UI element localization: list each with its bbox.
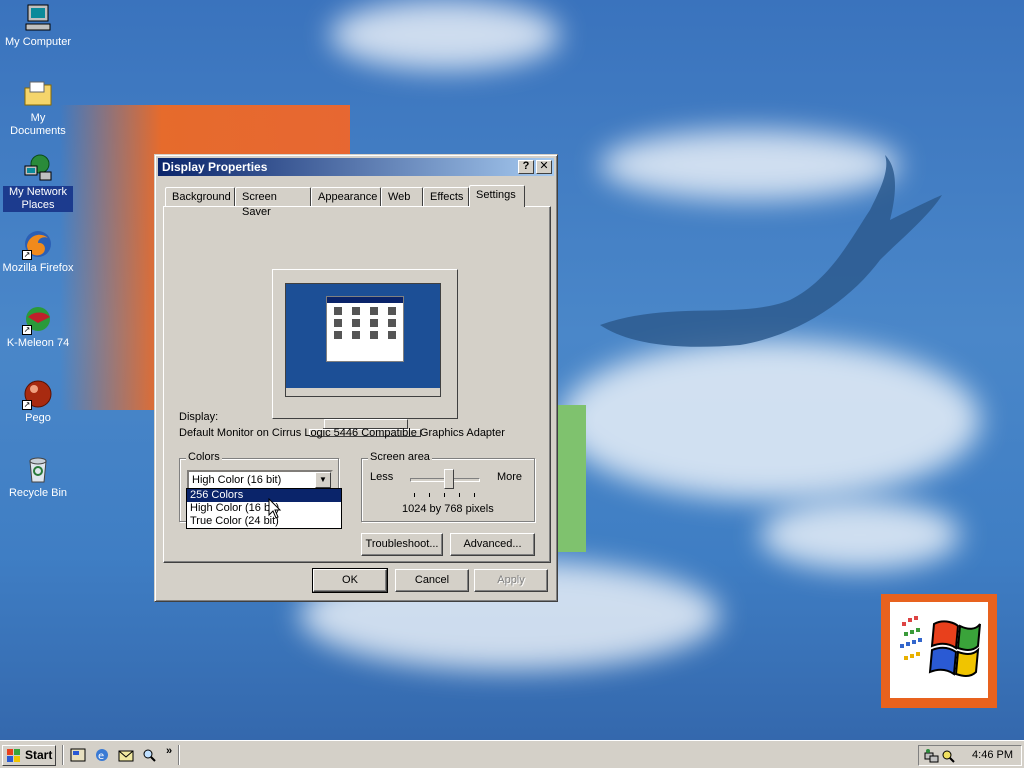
slider-tick	[474, 493, 475, 497]
outlook-express-icon[interactable]	[118, 747, 134, 763]
taskbar-separator	[178, 745, 180, 765]
display-label: Display:	[179, 411, 219, 423]
colors-dropdown-list[interactable]: 256 Colors High Color (16 bit) True Colo…	[186, 488, 342, 529]
tab-settings[interactable]: Settings	[469, 185, 525, 207]
desktop-icon-my-computer[interactable]: My Computer	[0, 2, 76, 49]
close-icon: ✕	[539, 160, 549, 172]
troubleshoot-button[interactable]: Troubleshoot...	[361, 533, 443, 556]
desktop-icon-pego[interactable]: ↗ Pego	[0, 378, 76, 425]
cloud	[560, 340, 980, 500]
colors-option[interactable]: True Color (24 bit)	[187, 515, 341, 528]
desktop-icon-my-documents[interactable]: My Documents	[0, 78, 76, 138]
mouse-cursor-icon	[268, 498, 282, 519]
advanced-button[interactable]: Advanced...	[450, 533, 535, 556]
my-computer-icon	[22, 2, 54, 34]
windows-logo-panel	[881, 594, 997, 708]
tab-effects[interactable]: Effects	[423, 187, 469, 207]
slider-tick	[444, 493, 445, 497]
desktop-icon-k-meleon[interactable]: ↗ K-Meleon 74	[0, 303, 76, 350]
tab-web[interactable]: Web	[381, 187, 423, 207]
ok-button[interactable]: OK	[312, 568, 388, 593]
apply-button[interactable]: Apply	[474, 569, 548, 592]
desktop-icon-label: Recycle Bin	[8, 487, 68, 499]
more-label: More	[496, 471, 522, 483]
shortcut-arrow-icon: ↗	[22, 250, 32, 260]
screen-area-legend: Screen area	[368, 451, 432, 463]
colors-selected-value: High Color (16 bit)	[192, 474, 282, 486]
tray-search-icon[interactable]	[940, 748, 956, 764]
help-button[interactable]: ?	[518, 160, 534, 174]
screen-area-value: 1024 by 768 pixels	[402, 503, 494, 515]
cloud	[330, 0, 560, 70]
cancel-button[interactable]: Cancel	[395, 569, 469, 592]
colors-select[interactable]: High Color (16 bit) ▼	[187, 470, 333, 490]
desktop-icon-label: My Network Places	[3, 186, 73, 212]
network-icon	[22, 152, 54, 184]
screen-area-slider-thumb[interactable]	[443, 469, 454, 489]
desktop-icon-label: Pego	[25, 412, 51, 424]
kmeleon-icon: ↗	[22, 303, 54, 335]
colors-legend: Colors	[186, 451, 222, 463]
help-icon: ?	[522, 160, 530, 172]
monitor-preview	[272, 269, 458, 419]
clock[interactable]: 4:46 PM	[972, 749, 1013, 761]
diver-silhouette	[600, 155, 942, 347]
display-properties-window: Display Properties ? ✕ Background Screen…	[154, 154, 558, 602]
show-desktop-icon[interactable]	[70, 747, 86, 763]
desktop-icon-label: My Computer	[4, 36, 72, 48]
screen-area-group: Screen area Less More 1024 by 768 pixels	[361, 451, 535, 522]
window-title: Display Properties	[162, 160, 268, 174]
pego-icon: ↗	[22, 378, 54, 410]
title-bar[interactable]: Display Properties ? ✕	[158, 158, 554, 176]
system-tray: 4:46 PM	[918, 745, 1022, 766]
close-button[interactable]: ✕	[536, 160, 552, 174]
green-strip	[556, 405, 586, 552]
slider-tick	[429, 493, 430, 497]
recycle-bin-icon	[22, 453, 54, 485]
svg-text:e: e	[98, 751, 104, 762]
network-tray-icon[interactable]	[923, 748, 939, 764]
tab-background[interactable]: Background	[165, 187, 235, 207]
mini-taskbar	[286, 388, 440, 396]
folder-icon	[22, 78, 54, 110]
shortcut-arrow-icon: ↗	[22, 400, 32, 410]
desktop-icon-label: My Documents	[10, 112, 66, 137]
start-button[interactable]: Start	[2, 745, 56, 766]
slider-tick	[459, 493, 460, 497]
windows-flag-icon	[900, 616, 981, 677]
cloud	[760, 500, 960, 570]
slider-tick	[414, 493, 415, 497]
desktop-icon-my-network-places[interactable]: My Network Places	[0, 152, 76, 212]
shortcut-arrow-icon: ↗	[22, 325, 32, 335]
desktop-icon-label: K-Meleon 74	[6, 337, 70, 349]
firefox-icon: ↗	[22, 228, 54, 260]
colors-option[interactable]: High Color (16 bit)	[187, 502, 341, 515]
internet-explorer-icon[interactable]: e	[94, 747, 110, 763]
taskbar-separator	[62, 745, 64, 765]
windows-flag-icon	[7, 749, 20, 762]
taskbar: Start e » 4:46 PM	[0, 740, 1024, 768]
desktop-icon-label: Mozilla Firefox	[2, 262, 74, 274]
desktop-icon-mozilla-firefox[interactable]: ↗ Mozilla Firefox	[0, 228, 76, 275]
less-label: Less	[370, 471, 394, 483]
colors-option[interactable]: 256 Colors	[187, 489, 341, 502]
chevron-right-icon[interactable]: »	[166, 745, 172, 757]
display-adapter-text: Default Monitor on Cirrus Logic 5446 Com…	[179, 427, 505, 439]
chevron-down-icon[interactable]: ▼	[315, 472, 331, 488]
search-icon[interactable]	[141, 747, 157, 763]
desktop-icon-recycle-bin[interactable]: Recycle Bin	[0, 453, 76, 500]
tab-appearance[interactable]: Appearance	[311, 187, 381, 207]
tab-screen-saver[interactable]: Screen Saver	[235, 187, 311, 218]
monitor-screen	[285, 283, 441, 397]
mini-window	[326, 296, 404, 362]
start-label: Start	[25, 748, 53, 762]
